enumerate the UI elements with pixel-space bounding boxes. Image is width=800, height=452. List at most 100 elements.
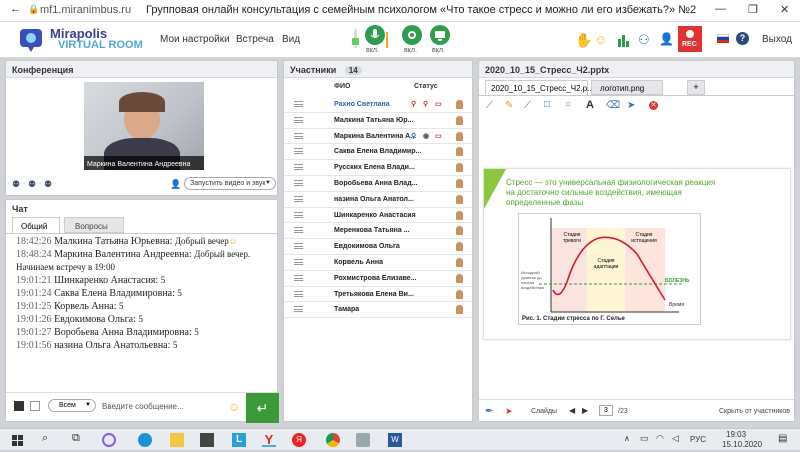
send-button[interactable]: ↵ bbox=[246, 393, 279, 423]
add-tab-button[interactable]: + bbox=[687, 80, 705, 95]
drag-handle-icon[interactable] bbox=[294, 290, 303, 297]
tab-questions[interactable]: Вопросы bbox=[64, 217, 124, 233]
drag-handle-icon[interactable] bbox=[294, 101, 303, 107]
drag-handle-icon[interactable] bbox=[294, 164, 303, 171]
yandex-browser-icon[interactable]: Y bbox=[262, 433, 276, 447]
close-icon[interactable]: ✕ bbox=[780, 3, 789, 16]
video-feed[interactable]: Маркина Валентина Андреевна bbox=[84, 82, 204, 170]
wifi-icon[interactable]: ◠ bbox=[656, 433, 664, 444]
participant-row[interactable]: Маркина Валентина А... ⚲ ◉ ▭ bbox=[284, 129, 472, 145]
rectangle-icon[interactable]: □ bbox=[544, 99, 550, 110]
back-arrow-icon[interactable]: ← bbox=[10, 3, 21, 15]
mic-slider[interactable] bbox=[350, 26, 362, 50]
drag-handle-icon[interactable] bbox=[294, 116, 303, 123]
statistics-icon[interactable] bbox=[618, 33, 630, 47]
participant-row[interactable]: Меренкова Татьяна ... bbox=[284, 223, 472, 240]
emoji-picker-icon[interactable]: ☺ bbox=[228, 400, 240, 414]
help-icon[interactable]: ? bbox=[736, 32, 749, 45]
exit-button[interactable]: Выход bbox=[762, 34, 792, 45]
participant-row[interactable]: Русских Елена Влади... bbox=[284, 160, 472, 176]
menu-my-settings[interactable]: Мои настройки bbox=[160, 34, 230, 45]
participant-row[interactable]: Тамара bbox=[284, 302, 472, 319]
file-explorer-icon[interactable] bbox=[170, 433, 184, 447]
drag-handle-icon[interactable] bbox=[294, 227, 303, 234]
volume-icon[interactable]: ◁ bbox=[672, 433, 679, 444]
laser-pointer-icon[interactable]: ➤ bbox=[505, 406, 513, 417]
paint-icon[interactable] bbox=[356, 433, 370, 447]
app-l-icon[interactable]: L bbox=[232, 433, 246, 447]
menu-view[interactable]: Вид bbox=[282, 34, 300, 45]
clock-date[interactable]: 15.10.2020 bbox=[722, 440, 762, 449]
maximize-icon[interactable]: ❐ bbox=[748, 3, 758, 16]
marker-icon[interactable]: ✎ bbox=[505, 100, 513, 111]
drag-handle-icon[interactable] bbox=[294, 274, 303, 281]
message-input[interactable]: Введите сообщение... bbox=[102, 402, 184, 411]
drag-handle-icon[interactable] bbox=[294, 132, 303, 139]
participant-row[interactable]: назина Ольга Анатол... bbox=[284, 192, 472, 208]
line-icon[interactable]: ⟋ bbox=[524, 100, 531, 111]
participant-row[interactable]: Воробьева Анна Влад... bbox=[284, 176, 472, 192]
camera-small-icon[interactable]: ⚉ bbox=[12, 179, 20, 190]
alice-icon[interactable] bbox=[102, 433, 116, 447]
network-icon[interactable]: ⚇ bbox=[638, 32, 650, 48]
start-video-dropdown[interactable]: Запустить видео и звук ▼ bbox=[184, 177, 276, 190]
slides-label[interactable]: Слайды bbox=[531, 408, 557, 415]
color-picker-icon[interactable] bbox=[14, 401, 24, 411]
drag-handle-icon[interactable] bbox=[294, 195, 303, 202]
drag-handle-icon[interactable] bbox=[294, 243, 303, 250]
tab-general[interactable]: Общий bbox=[12, 217, 60, 233]
next-slide-icon[interactable]: ▶ bbox=[582, 406, 588, 415]
microphone-button[interactable] bbox=[365, 25, 385, 45]
emoji-icon[interactable]: ☺ bbox=[594, 32, 607, 47]
page-input[interactable]: 3 bbox=[599, 405, 613, 416]
mic-small-icon[interactable]: ⚉ bbox=[28, 179, 36, 190]
network-tray-icon[interactable]: ▭ bbox=[640, 433, 649, 444]
raise-hand-icon[interactable]: ✋ bbox=[575, 32, 592, 49]
russian-flag-icon[interactable] bbox=[717, 34, 729, 43]
participant-row[interactable]: Малкина Татьяна Юр... bbox=[284, 113, 472, 129]
task-view-icon[interactable]: ⧉ bbox=[72, 432, 80, 445]
participant-row[interactable]: Саква Елена Владимир... bbox=[284, 144, 472, 161]
participant-row[interactable]: Корвель Анна bbox=[284, 255, 472, 271]
pen-icon[interactable]: ⟋ bbox=[486, 100, 493, 111]
menu-meeting[interactable]: Встреча bbox=[236, 34, 274, 45]
camera-button[interactable] bbox=[402, 25, 422, 45]
record-button[interactable]: REC bbox=[678, 26, 702, 52]
address-text[interactable]: mf1.miranimbus.ru bbox=[40, 4, 131, 16]
drag-handle-icon[interactable] bbox=[294, 148, 303, 155]
participant-row[interactable]: Рахно Светлана ⚲ ⚲ ▭ bbox=[284, 97, 472, 113]
edge-icon[interactable] bbox=[138, 433, 152, 447]
search-icon[interactable]: ⌕ bbox=[42, 432, 48, 445]
text-tool-icon[interactable]: A bbox=[586, 99, 594, 111]
participant-row[interactable]: Рохмистрова Елизаве... bbox=[284, 271, 472, 287]
store-icon[interactable] bbox=[200, 433, 214, 447]
tab-presentation-file[interactable]: 2020_10_15_Стресс_Ч2.p... bbox=[485, 80, 594, 95]
hide-from-participants[interactable]: Скрыть от участников bbox=[719, 408, 790, 415]
settings-small-icon[interactable]: ⚉ bbox=[44, 179, 52, 190]
format-picker-icon[interactable] bbox=[30, 401, 40, 411]
screen-share-button[interactable] bbox=[430, 25, 450, 45]
word-icon[interactable]: W bbox=[388, 433, 402, 447]
user-icon[interactable]: 👤 bbox=[659, 32, 674, 46]
chrome-icon[interactable] bbox=[326, 433, 340, 447]
tab-logo-file[interactable]: логотип.png bbox=[591, 80, 663, 95]
minimize-icon[interactable]: — bbox=[715, 3, 726, 15]
windows-start-icon[interactable] bbox=[12, 434, 24, 446]
recipient-dropdown[interactable]: Всем ▼ bbox=[48, 399, 96, 412]
prev-slide-icon[interactable]: ◀ bbox=[569, 406, 575, 415]
drag-handle-icon[interactable] bbox=[294, 179, 303, 186]
clock-time[interactable]: 19:03 bbox=[726, 430, 746, 439]
participant-row[interactable]: Шинкаренко Анастасия bbox=[284, 208, 472, 224]
drag-handle-icon[interactable] bbox=[294, 306, 303, 313]
notifications-icon[interactable]: ▤ bbox=[778, 433, 787, 444]
clear-icon[interactable]: ✕ bbox=[649, 101, 658, 110]
eraser-icon[interactable]: ⌫ bbox=[606, 100, 620, 111]
participant-row[interactable]: Евдокимова Ольга bbox=[284, 239, 472, 255]
yandex-icon[interactable]: Я bbox=[292, 433, 306, 447]
pen-tool-icon[interactable]: ✒ bbox=[485, 406, 493, 417]
drag-handle-icon[interactable] bbox=[294, 211, 303, 218]
pointer-icon[interactable]: ➤ bbox=[627, 100, 635, 111]
drag-handle-icon[interactable] bbox=[294, 258, 303, 265]
tray-chevron-icon[interactable]: ∧ bbox=[624, 434, 630, 443]
language-indicator[interactable]: РУС bbox=[690, 435, 706, 444]
